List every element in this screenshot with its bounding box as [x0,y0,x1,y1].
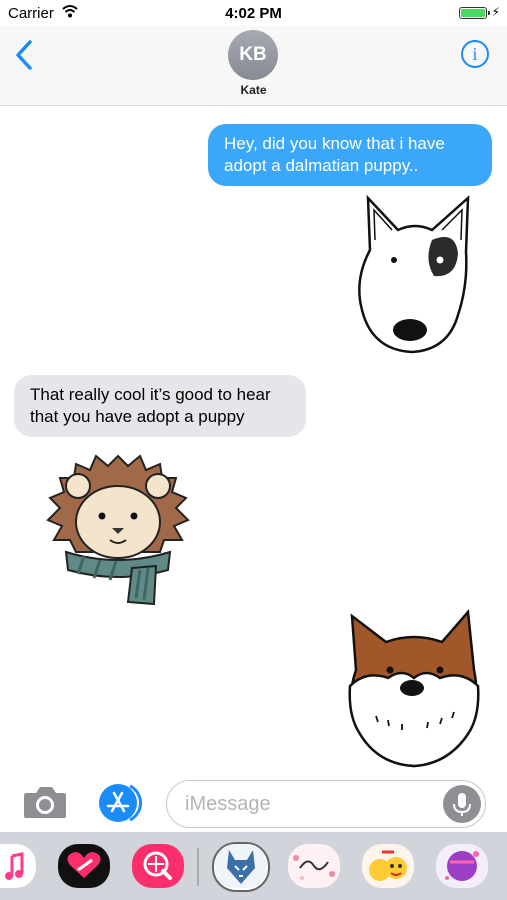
emoji-sticker-icon[interactable] [362,844,414,888]
app-drawer [0,832,507,900]
contact-name[interactable]: Kate [0,83,507,97]
wolf-sticker-icon[interactable] [215,844,267,888]
charging-bolt-icon: ⚡ [491,5,500,19]
drawer-divider [197,848,199,886]
info-icon[interactable]: i [461,40,489,68]
fox-sticker[interactable] [344,608,484,768]
music-icon[interactable] [0,844,36,888]
message-input-placeholder: iMessage [185,793,271,815]
status-time: 4:02 PM [225,5,282,22]
cool-dude-sticker-icon[interactable] [436,844,488,888]
status-bar: Carrier 4:02 PM ⚡ [0,0,507,26]
conversation-header: KB Kate i [0,26,507,106]
outgoing-message-bubble[interactable]: Hey, did you know that i have adopt a da… [208,124,492,186]
beautiful-day-sticker-icon[interactable] [288,844,340,888]
back-chevron-icon[interactable] [12,38,38,72]
avatar-initials: KB [239,44,267,65]
dalmatian-puppy-sticker[interactable] [350,190,480,360]
app-store-button[interactable] [96,783,144,823]
incoming-message-bubble[interactable]: That really cool it’s good to hear that … [14,375,306,437]
heart-icon[interactable] [58,844,110,888]
camera-icon[interactable] [22,784,68,820]
battery-icon [459,7,490,19]
contact-avatar[interactable]: KB [228,30,278,80]
microphone-icon[interactable] [443,785,481,823]
hedgehog-sticker[interactable] [44,448,192,608]
search-globe-icon[interactable] [132,844,184,888]
message-input[interactable]: iMessage [166,780,486,828]
app-store-icon [99,784,143,822]
